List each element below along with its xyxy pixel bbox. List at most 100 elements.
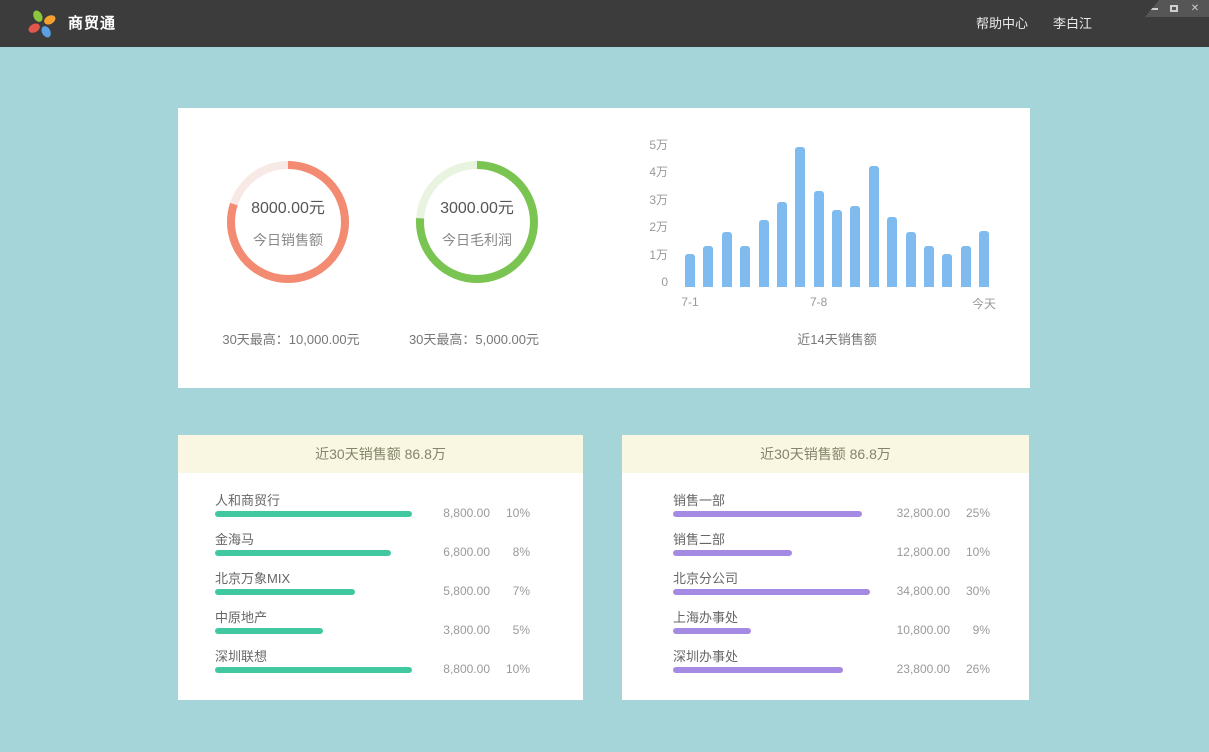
item-percent: 26% xyxy=(950,662,990,676)
item-label: 人和商贸行 xyxy=(215,490,280,509)
item-label: 北京分公司 xyxy=(673,568,738,587)
list-item: 销售二部 12,800.0010% xyxy=(673,529,990,568)
pinwheel-logo-icon xyxy=(26,8,58,40)
item-percent: 10% xyxy=(490,662,530,676)
item-label: 销售二部 xyxy=(673,529,725,548)
user-menu[interactable]: 李白江 xyxy=(1053,0,1092,47)
item-amount: 5,800.00 xyxy=(414,584,490,598)
item-values: 32,800.0025% xyxy=(874,506,990,520)
x-tick-label: 7-8 xyxy=(810,295,827,309)
close-icon[interactable]: ✕ xyxy=(1189,3,1201,15)
daily-sales-bar xyxy=(979,231,989,287)
item-amount: 8,800.00 xyxy=(414,662,490,676)
item-values: 12,800.0010% xyxy=(874,545,990,559)
item-amount: 6,800.00 xyxy=(414,545,490,559)
list-item: 中原地产 3,800.005% xyxy=(215,607,530,646)
y-tick-label: 1万 xyxy=(610,247,668,263)
daily-sales-bar xyxy=(777,202,787,287)
daily-sales-bar xyxy=(942,254,952,287)
item-bar xyxy=(215,589,355,595)
y-tick-label: 4万 xyxy=(610,164,668,180)
daily-chart-y-axis: 01万2万3万4万5万 xyxy=(610,108,668,298)
daily-sales-bar xyxy=(832,210,842,287)
daily-sales-bar xyxy=(869,166,879,287)
list-item: 金海马 6,800.008% xyxy=(215,529,530,568)
app-window: { "header": { "app_title": "商贸通", "nav":… xyxy=(0,0,1209,752)
y-tick-label: 3万 xyxy=(610,192,668,208)
overview-card: 8000.00元 今日销售额 30天最高：10,000.00元 3000.00元… xyxy=(178,108,1030,388)
daily-sales-bar xyxy=(906,232,916,287)
list-item: 上海办事处10,800.009% xyxy=(673,607,990,646)
item-label: 中原地产 xyxy=(215,607,267,626)
item-percent: 8% xyxy=(490,545,530,559)
today-profit-30d-max: 30天最高：5,000.00元 xyxy=(374,329,574,348)
minimize-icon[interactable] xyxy=(1147,3,1159,15)
item-amount: 34,800.00 xyxy=(874,584,950,598)
customers-card-title: 近30天销售额 86.8万 xyxy=(178,435,583,473)
item-values: 3,800.005% xyxy=(414,623,530,637)
item-percent: 10% xyxy=(950,545,990,559)
item-values: 8,800.0010% xyxy=(414,662,530,676)
customers-list: 人和商贸行8,800.0010%金海马6,800.008%北京万象MIX5,80… xyxy=(215,473,530,685)
daily-sales-bar xyxy=(722,232,732,287)
daily-sales-bar xyxy=(924,246,934,287)
daily-chart-x-axis: 7-17-8今天 xyxy=(685,295,989,311)
today-profit-value: 3000.00元 xyxy=(440,194,514,218)
item-bar xyxy=(215,628,323,634)
list-item: 人和商贸行 8,800.0010% xyxy=(215,490,530,529)
y-tick-label: 5万 xyxy=(610,137,668,153)
app-title: 商贸通 xyxy=(68,0,116,47)
daily-sales-bar xyxy=(703,246,713,287)
item-values: 10,800.009% xyxy=(874,623,990,637)
list-item: 销售一部 32,800.0025% xyxy=(673,490,990,529)
list-item: 深圳联想 8,800.0010% xyxy=(215,646,530,685)
departments-card-title: 近30天销售额 86.8万 xyxy=(622,435,1029,473)
daily-sales-bar xyxy=(759,220,769,287)
customers-card: 近30天销售额 86.8万 人和商贸行8,800.0010%金海马6,800.0… xyxy=(178,435,583,700)
item-amount: 32,800.00 xyxy=(874,506,950,520)
item-bar xyxy=(673,667,843,673)
item-percent: 7% xyxy=(490,584,530,598)
help-center-link[interactable]: 帮助中心 xyxy=(976,0,1028,47)
list-item: 北京分公司 34,800.0030% xyxy=(673,568,990,607)
departments-card: 近30天销售额 86.8万 销售一部 32,800.0025% 销售二部 12,800… xyxy=(622,435,1029,700)
daily-chart-title: 近14天销售额 xyxy=(685,329,989,348)
item-amount: 10,800.00 xyxy=(874,623,950,637)
item-amount: 3,800.00 xyxy=(414,623,490,637)
daily-sales-bar xyxy=(795,147,805,287)
item-bar xyxy=(215,511,412,517)
item-values: 23,800.0026% xyxy=(874,662,990,676)
departments-list: 销售一部 32,800.0025% 销售二部 12,800.0010% 北京分公司 34,… xyxy=(673,473,990,685)
item-label: 销售一部 xyxy=(673,490,725,509)
daily-sales-bar xyxy=(850,206,860,287)
item-percent: 25% xyxy=(950,506,990,520)
title-bar: 商贸通 帮助中心 李白江 ✕ xyxy=(0,0,1209,47)
item-label: 深圳联想 xyxy=(215,646,267,665)
x-tick-label: 今天 xyxy=(972,295,996,312)
today-profit-donut-text: 3000.00元 今日毛利润 xyxy=(412,157,542,287)
daily-bars xyxy=(685,146,989,287)
item-values: 8,800.0010% xyxy=(414,506,530,520)
daily-sales-bar xyxy=(961,246,971,287)
today-sales-label: 今日销售额 xyxy=(253,230,323,250)
item-values: 5,800.007% xyxy=(414,584,530,598)
item-label: 金海马 xyxy=(215,529,254,548)
item-bar xyxy=(215,550,391,556)
item-amount: 8,800.00 xyxy=(414,506,490,520)
item-bar xyxy=(215,667,412,673)
daily-sales-bar xyxy=(887,217,897,287)
list-item: 深圳办事处23,800.0026% xyxy=(673,646,990,685)
maximize-icon[interactable] xyxy=(1168,3,1180,15)
today-sales-30d-max: 30天最高：10,000.00元 xyxy=(191,329,391,348)
item-percent: 9% xyxy=(950,623,990,637)
item-label: 北京万象MIX xyxy=(215,568,290,587)
list-item: 北京万象MIX 5,800.007% xyxy=(215,568,530,607)
item-amount: 12,800.00 xyxy=(874,545,950,559)
today-profit-label: 今日毛利润 xyxy=(442,230,512,250)
daily-sales-bar xyxy=(814,191,824,287)
window-controls: ✕ xyxy=(1145,0,1209,17)
item-values: 34,800.0030% xyxy=(874,584,990,598)
item-bar xyxy=(673,589,870,595)
x-tick-label: 7-1 xyxy=(681,295,698,309)
item-bar xyxy=(673,628,751,634)
